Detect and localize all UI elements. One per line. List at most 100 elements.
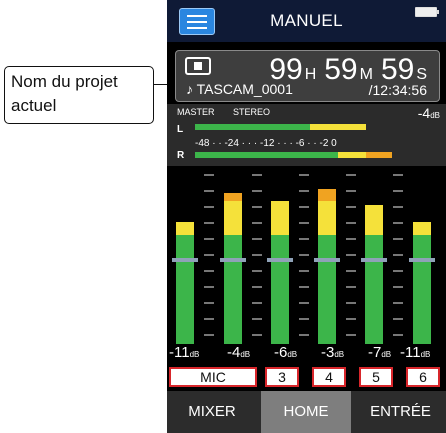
channel-buttons: MIC 3 4 5 6 — [167, 366, 446, 390]
master-right-green — [195, 152, 338, 158]
meter-tick — [299, 286, 309, 288]
tab-entree[interactable]: ENTRÉE — [355, 391, 446, 433]
meter-tick — [204, 286, 214, 288]
remaining-time: /12:34:56 — [368, 82, 427, 98]
master-right-orange — [366, 152, 392, 158]
meter-bar-orange — [318, 188, 336, 202]
master-level: -4dB — [417, 105, 440, 121]
meter-tick — [204, 190, 214, 192]
tab-home[interactable]: HOME — [261, 391, 351, 433]
meter-tick — [393, 334, 403, 336]
meter-tick — [252, 206, 262, 208]
meter-peak-marker — [361, 258, 387, 262]
project-panel: 99 H 59 M 59 S ♪ TASCAM_0001 /12:34:56 — [175, 50, 440, 102]
meter-tick — [393, 302, 403, 304]
left-channel-label: L — [177, 124, 184, 135]
meter-tick — [252, 302, 262, 304]
meter-tick — [299, 190, 309, 192]
meter-tick — [346, 190, 356, 192]
channel-levels: -11dB -4dB -6dB -3dB -7dB -11dB — [167, 344, 446, 366]
meter-tick — [346, 318, 356, 320]
meter-bar-green — [224, 234, 242, 344]
device-screen: MANUEL 99 H 59 M 59 S ♪ TASCAM_0001 /12:34:56… — [167, 0, 446, 433]
meter-peak-marker — [172, 258, 198, 262]
meter-tick — [393, 222, 403, 224]
channel-button-5[interactable]: 5 — [359, 367, 393, 387]
meter-tick — [299, 318, 309, 320]
meter-peak-marker — [409, 258, 435, 262]
meter-tick — [204, 318, 214, 320]
master-right-yellow — [338, 152, 366, 158]
meter-bar-yellow — [318, 201, 336, 235]
meter-tick — [204, 238, 214, 240]
meter-bar-green — [271, 234, 289, 344]
right-channel-label: R — [177, 150, 185, 161]
meter-tick — [204, 302, 214, 304]
stop-icon[interactable] — [185, 57, 211, 75]
meter-tick — [252, 238, 262, 240]
meter-tick — [346, 286, 356, 288]
meter-tick — [299, 270, 309, 272]
meter-tick — [346, 238, 356, 240]
meter-tick — [252, 270, 262, 272]
channel-button-mic[interactable]: MIC — [169, 367, 257, 387]
meter-tick — [299, 206, 309, 208]
channel-level: -3dB — [321, 344, 345, 361]
meter-tick — [299, 238, 309, 240]
meter-bar-green — [176, 234, 194, 344]
meter-tick — [346, 222, 356, 224]
master-meter: MASTER STEREO -4dB L R -48 · · -24 · · ·… — [167, 104, 446, 166]
meter-tick — [204, 334, 214, 336]
meter-tick — [252, 190, 262, 192]
meter-tick — [346, 174, 356, 176]
channel-button-3[interactable]: 3 — [265, 367, 299, 387]
meter-tick — [204, 206, 214, 208]
meter-tick — [299, 334, 309, 336]
meter-tick — [299, 254, 309, 256]
meter-tick — [252, 222, 262, 224]
channel-level: -7dB — [368, 344, 392, 361]
meter-bar-yellow — [224, 201, 242, 235]
meter-bar-yellow — [365, 205, 383, 235]
meter-tick — [252, 254, 262, 256]
meter-tick — [299, 174, 309, 176]
meter-bar-green — [318, 234, 336, 344]
meter-tick — [252, 318, 262, 320]
master-label: MASTER — [177, 107, 215, 117]
meter-peak-marker — [267, 258, 293, 262]
meter-tick — [252, 174, 262, 176]
meter-bar-green — [365, 234, 383, 344]
channel-level: -11dB — [169, 344, 200, 361]
meter-bar-yellow — [176, 222, 194, 235]
meter-bar-orange — [224, 192, 242, 202]
stereo-label: STEREO — [233, 107, 271, 117]
project-name: ♪ TASCAM_0001 — [186, 81, 293, 97]
channel-meters — [167, 168, 446, 344]
meter-tick — [393, 254, 403, 256]
meter-tick — [346, 206, 356, 208]
meter-tick — [393, 270, 403, 272]
channel-button-6[interactable]: 6 — [406, 367, 440, 387]
meter-peak-marker — [314, 258, 340, 262]
meter-tick — [204, 254, 214, 256]
callout-label: Nom du projet actuel — [4, 66, 154, 124]
mode-title: MANUEL — [270, 11, 343, 30]
tab-mixer[interactable]: MIXER — [167, 391, 257, 433]
bottom-tabs: MIXER HOME ENTRÉE — [167, 391, 446, 433]
meter-tick — [204, 222, 214, 224]
meter-tick — [393, 174, 403, 176]
channel-level: -11dB — [400, 344, 431, 361]
meter-bar-yellow — [271, 201, 289, 235]
meter-bar-green — [413, 234, 431, 344]
meter-tick — [393, 238, 403, 240]
meter-tick — [393, 206, 403, 208]
channel-button-4[interactable]: 4 — [312, 367, 346, 387]
channel-level: -6dB — [274, 344, 298, 361]
master-left-yellow — [310, 124, 366, 130]
top-bar: MANUEL — [167, 0, 446, 42]
meter-tick — [252, 334, 262, 336]
meter-bar-yellow — [413, 222, 431, 235]
meter-peak-marker — [220, 258, 246, 262]
meter-tick — [393, 286, 403, 288]
master-left-green — [195, 124, 310, 130]
